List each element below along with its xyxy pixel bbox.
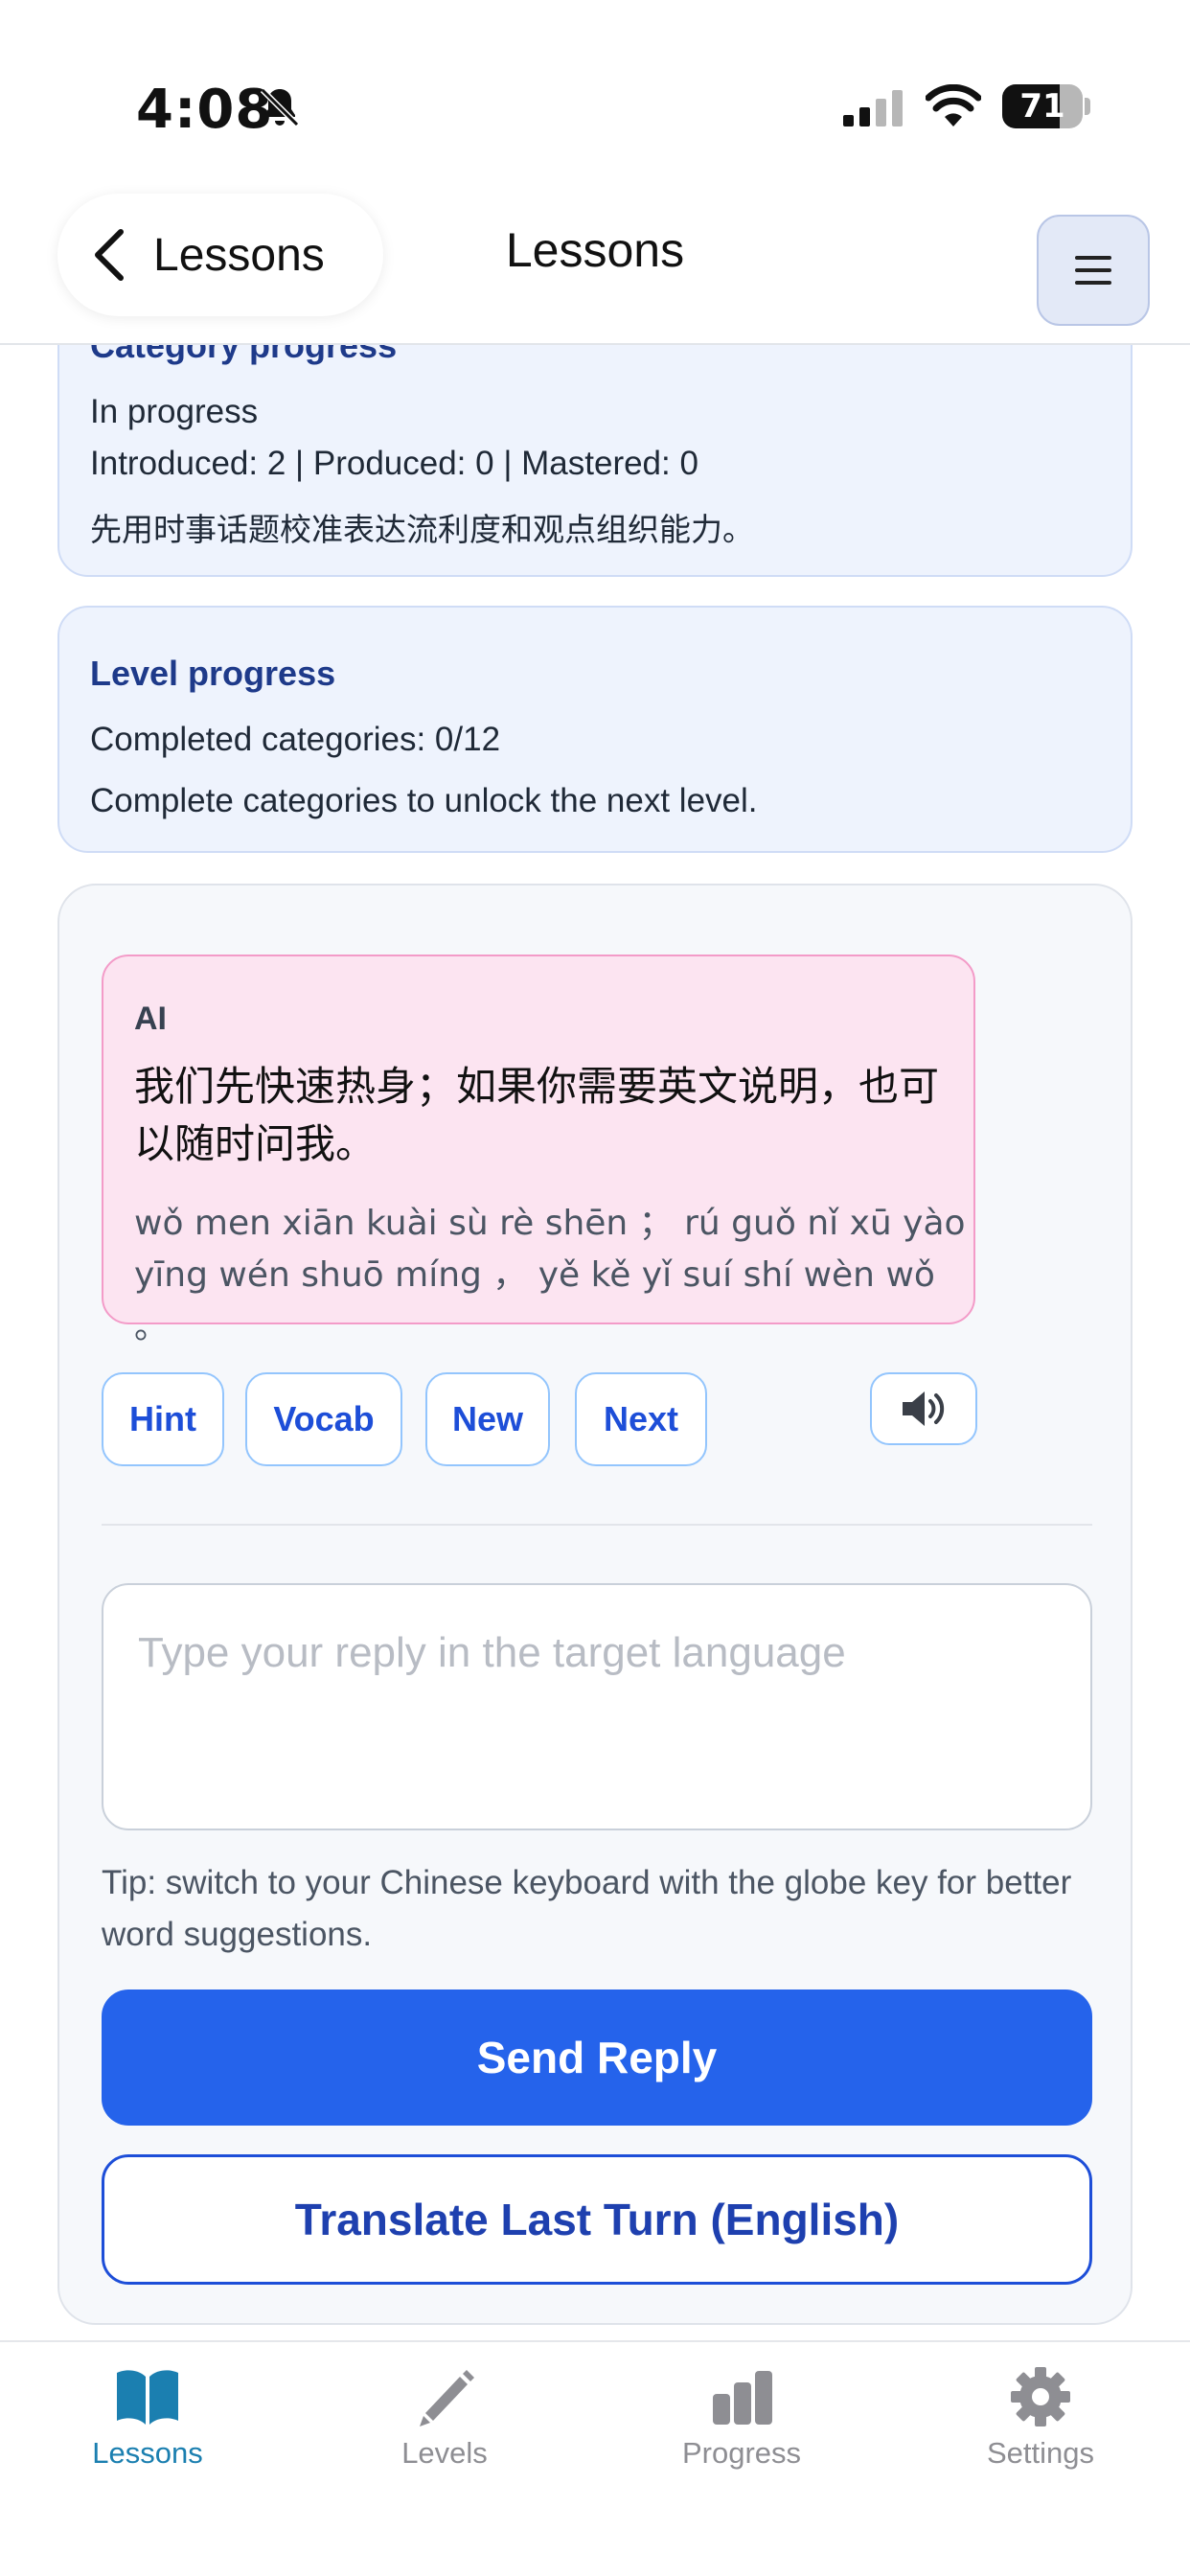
level-progress-card: Level progress Completed categories: 0/1… xyxy=(57,606,1133,853)
menu-button[interactable] xyxy=(1037,215,1150,326)
bottom-tab-bar: Lessons Levels Progress Settings xyxy=(0,2340,1190,2576)
cellular-signal-icon xyxy=(843,90,903,126)
conversation-panel: AI 我们先快速热身；如果你需要英文说明，也可以随时问我。 wǒ men xiā… xyxy=(57,884,1133,2325)
status-time: 4:08 xyxy=(136,79,274,141)
reply-input[interactable] xyxy=(102,1583,1092,1830)
new-button[interactable]: New xyxy=(425,1372,550,1466)
level-progress-title: Level progress xyxy=(90,654,336,693)
speaker-icon xyxy=(903,1392,945,1426)
hamburger-menu-icon xyxy=(1075,256,1111,285)
category-description: 先用时事话题校准表达流利度和观点组织能力。 xyxy=(90,511,754,548)
status-bar: 4:08 71 xyxy=(0,0,1190,182)
back-button-label: Lessons xyxy=(153,229,325,281)
tab-label: Settings xyxy=(986,2436,1094,2470)
tab-settings[interactable]: Settings xyxy=(926,2365,1156,2499)
app-screen: 4:08 71 Lessons Lessons Category progres… xyxy=(0,0,1190,2576)
play-audio-button[interactable] xyxy=(870,1372,977,1445)
message-text: 我们先快速热身；如果你需要英文说明，也可以随时问我。 xyxy=(134,1063,940,1167)
tab-lessons[interactable]: Lessons xyxy=(33,2365,263,2499)
tab-progress[interactable]: Progress xyxy=(627,2365,857,2499)
next-button[interactable]: Next xyxy=(575,1372,707,1466)
pencil-icon xyxy=(420,2370,474,2426)
nav-header: Lessons Lessons xyxy=(0,182,1190,345)
back-button[interactable]: Lessons xyxy=(57,194,383,316)
tab-label: Progress xyxy=(681,2436,802,2470)
bell-slash-icon xyxy=(260,87,300,127)
message-pinyin: wǒ men xiān kuài sù rè shēn ； rú guǒ nǐ … xyxy=(134,1204,966,1346)
message-speaker: AI xyxy=(134,1000,167,1037)
keyboard-tip: Tip: switch to your Chinese keyboard wit… xyxy=(102,1864,1072,1953)
divider xyxy=(102,1524,1092,1526)
tab-levels[interactable]: Levels xyxy=(330,2365,560,2499)
book-icon xyxy=(117,2370,178,2425)
level-completed: Completed categories: 0/12 xyxy=(90,721,501,758)
chevron-left-icon xyxy=(95,229,124,281)
gear-icon xyxy=(1011,2367,1070,2426)
battery-indicator: 71 xyxy=(1002,84,1090,128)
ai-message-bubble: AI 我们先快速热身；如果你需要英文说明，也可以随时问我。 wǒ men xiā… xyxy=(102,954,975,1346)
category-stats: Introduced: 2 | Produced: 0 | Mastered: … xyxy=(90,445,698,482)
bar-chart-icon xyxy=(713,2371,772,2425)
vocab-button[interactable]: Vocab xyxy=(245,1372,402,1466)
tab-label: Lessons xyxy=(92,2436,203,2470)
hint-button[interactable]: Hint xyxy=(102,1372,224,1466)
send-reply-button[interactable]: Send Reply xyxy=(102,1990,1092,2126)
battery-percent: 71 xyxy=(1019,87,1065,126)
category-status: In progress xyxy=(90,393,259,430)
level-note: Complete categories to unlock the next l… xyxy=(90,782,758,819)
tab-label: Levels xyxy=(401,2436,488,2470)
wifi-icon xyxy=(926,84,981,126)
page-title: Lessons xyxy=(505,223,685,277)
translate-last-turn-button[interactable]: Translate Last Turn (English) xyxy=(102,2154,1092,2285)
